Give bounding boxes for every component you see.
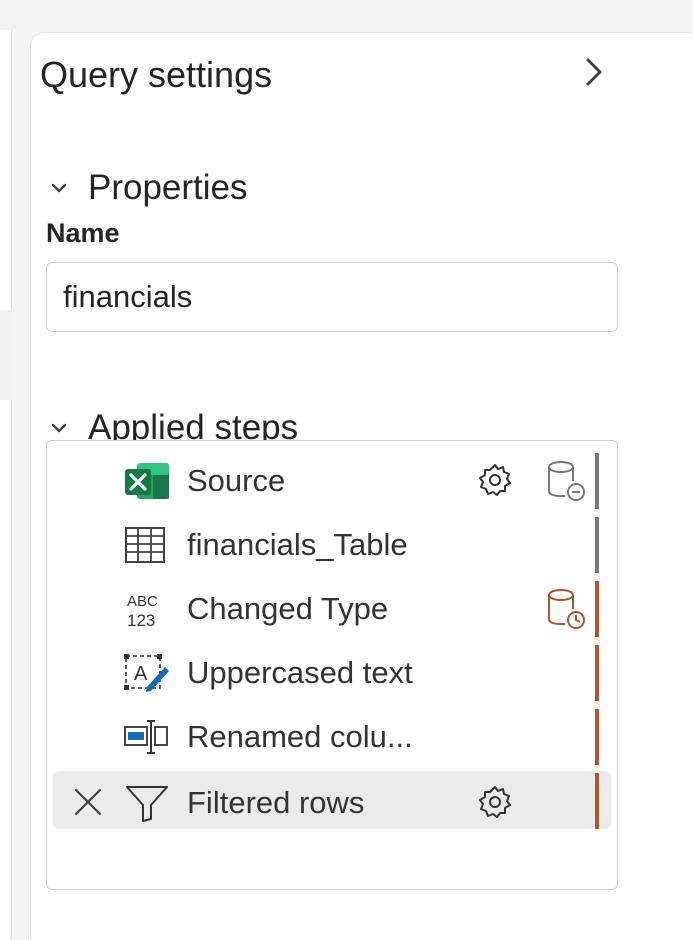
- step-status-bar: [595, 453, 599, 509]
- svg-text:123: 123: [127, 611, 155, 629]
- svg-text:A: A: [134, 663, 148, 685]
- collapse-panel-button[interactable]: [574, 52, 614, 92]
- step-label: Renamed colu...: [187, 719, 413, 754]
- database-clock-icon: [548, 589, 585, 629]
- step-source[interactable]: Source: [47, 449, 617, 511]
- rename-column-icon: [124, 720, 168, 754]
- filter-icon: [126, 786, 168, 822]
- database-icon: [548, 461, 585, 501]
- step-status-bar: [595, 517, 599, 573]
- left-pane-strip: [0, 30, 12, 940]
- step-label: Source: [187, 463, 286, 498]
- properties-heading: Properties: [88, 168, 248, 207]
- step-label: Filtered rows: [187, 785, 365, 820]
- step-label: financials_Table: [187, 527, 408, 562]
- left-pane-splitter[interactable]: [0, 310, 12, 400]
- step-filtered-rows[interactable]: Filtered rows: [53, 771, 611, 829]
- step-status-bar: [595, 581, 599, 637]
- excel-icon: [125, 463, 169, 499]
- chevron-right-icon: [586, 58, 602, 86]
- step-status-bar: [595, 709, 599, 765]
- delete-step-icon[interactable]: [71, 785, 105, 819]
- name-label: Name: [46, 218, 120, 248]
- gear-icon[interactable]: [477, 784, 513, 820]
- query-name-input[interactable]: [46, 262, 618, 332]
- chevron-down-icon: [51, 183, 67, 193]
- step-status-bar: [595, 773, 599, 829]
- abc123-icon: ABC 123: [127, 593, 158, 629]
- step-label: Changed Type: [187, 591, 389, 626]
- applied-steps-list: Source financials_Table ABC 123 Changed …: [46, 440, 618, 890]
- step-uppercased-text[interactable]: A Uppercased text: [47, 641, 617, 703]
- chevron-down-icon: [51, 423, 67, 433]
- svg-text:ABC: ABC: [127, 593, 158, 610]
- step-status-bar: [595, 645, 599, 701]
- left-pane-edge: [0, 0, 32, 940]
- step-financials-table[interactable]: financials_Table: [47, 513, 617, 575]
- table-icon: [125, 527, 165, 563]
- step-renamed-columns[interactable]: Renamed colu...: [47, 705, 617, 767]
- gear-icon[interactable]: [477, 462, 513, 498]
- properties-section-header[interactable]: Properties: [48, 168, 248, 208]
- text-edit-icon: A: [124, 654, 169, 692]
- step-changed-type[interactable]: ABC 123 Changed Type: [47, 577, 617, 639]
- panel-title: Query settings: [40, 54, 273, 95]
- step-label: Uppercased text: [187, 655, 413, 690]
